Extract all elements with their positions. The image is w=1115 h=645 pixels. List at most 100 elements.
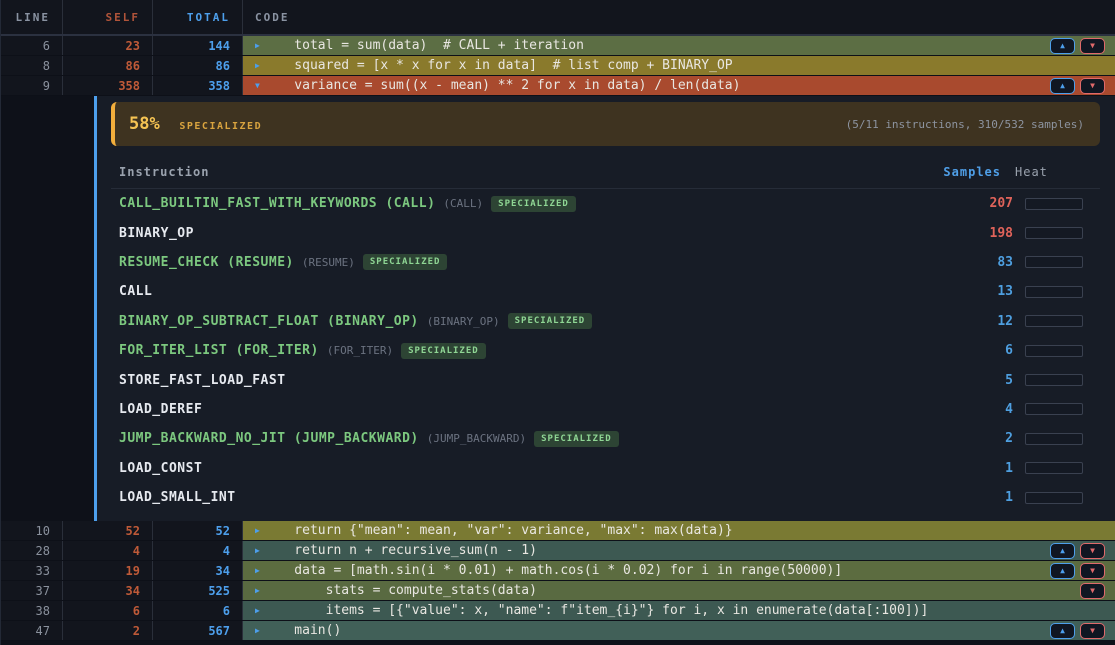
instruction-row: LOAD_CONST 1 xyxy=(111,454,1100,483)
header-line: LINE xyxy=(1,0,63,34)
expand-toggle-icon[interactable]: ▶ xyxy=(255,561,260,580)
source-code: squared = [x * x for x in data] # list c… xyxy=(243,58,733,73)
code-cell[interactable]: ▶ items = [{"value": x, "name": f"item_{… xyxy=(243,601,1115,620)
heat-bar xyxy=(1025,433,1083,445)
code-cell[interactable]: ▼ variance = sum((x - mean) ** 2 for x i… xyxy=(243,76,1115,95)
move-up-button[interactable]: ▲ xyxy=(1050,563,1075,579)
total-samples: 34 xyxy=(153,561,243,580)
heat-bar xyxy=(1025,492,1083,504)
move-down-button[interactable]: ▼ xyxy=(1080,563,1105,579)
move-down-button[interactable]: ▼ xyxy=(1080,543,1105,559)
code-row-line-38[interactable]: 38 6 6 ▶ items = [{"value": x, "name": f… xyxy=(1,601,1115,621)
column-heat: Heat xyxy=(1013,165,1100,179)
move-up-button[interactable]: ▲ xyxy=(1050,543,1075,559)
total-samples: 4 xyxy=(153,541,243,560)
source-code: stats = compute_stats(data) xyxy=(243,583,537,598)
instruction-row: LOAD_SMALL_INT 1 xyxy=(111,483,1100,512)
specialized-badge: SPECIALIZED xyxy=(534,431,619,447)
header-code: CODE xyxy=(243,0,1115,34)
line-number: 6 xyxy=(1,36,63,55)
code-row-line-47[interactable]: 47 2 567 ▶ main() ▲ ▼ xyxy=(1,621,1115,641)
source-code: variance = sum((x - mean) ** 2 for x in … xyxy=(243,78,740,93)
total-samples: 52 xyxy=(153,521,243,540)
self-samples: 2 xyxy=(63,621,153,640)
code-cell[interactable]: ▶ total = sum(data) # CALL + iteration ▲… xyxy=(243,36,1115,55)
collapse-toggle-icon[interactable]: ▼ xyxy=(255,76,260,95)
specialized-badge: SPECIALIZED xyxy=(363,254,448,270)
line-number: 38 xyxy=(1,601,63,620)
specialized-percent: 58% xyxy=(129,114,160,134)
column-instruction: Instruction xyxy=(111,165,931,179)
heat-bar xyxy=(1025,403,1083,415)
sample-count: 6 xyxy=(943,343,1013,358)
code-row-line-33[interactable]: 33 19 34 ▶ data = [math.sin(i * 0.01) + … xyxy=(1,561,1115,581)
code-row-line-28[interactable]: 28 4 4 ▶ return n + recursive_sum(n - 1)… xyxy=(1,541,1115,561)
sample-count: 83 xyxy=(943,255,1013,270)
expand-toggle-icon[interactable]: ▶ xyxy=(255,36,260,55)
expand-toggle-icon[interactable]: ▶ xyxy=(255,601,260,620)
line-number: 33 xyxy=(1,561,63,580)
instruction-row: RESUME_CHECK (RESUME) (RESUME) SPECIALIZ… xyxy=(111,248,1100,277)
instruction-base: (JUMP_BACKWARD) xyxy=(427,432,526,445)
line-number: 37 xyxy=(1,581,63,600)
sample-count: 198 xyxy=(943,226,1013,241)
source-code: total = sum(data) # CALL + iteration xyxy=(243,38,584,53)
code-row-line-9[interactable]: 9 358 358 ▼ variance = sum((x - mean) **… xyxy=(1,76,1115,96)
expand-toggle-icon[interactable]: ▶ xyxy=(255,521,260,540)
expand-toggle-icon[interactable]: ▶ xyxy=(255,56,260,75)
self-samples: 4 xyxy=(63,541,153,560)
move-down-button[interactable]: ▼ xyxy=(1080,78,1105,94)
instruction-row: LOAD_DEREF 4 xyxy=(111,395,1100,424)
total-samples: 525 xyxy=(153,581,243,600)
instruction-row: CALL 13 xyxy=(111,277,1100,306)
total-samples: 144 xyxy=(153,36,243,55)
column-samples: Samples xyxy=(931,165,1001,179)
self-samples: 23 xyxy=(63,36,153,55)
code-row-line-37[interactable]: 37 34 525 ▶ stats = compute_stats(data) … xyxy=(1,581,1115,601)
line-number: 9 xyxy=(1,76,63,95)
instruction-row: BINARY_OP 198 xyxy=(111,218,1100,247)
source-code: return {"mean": mean, "var": variance, "… xyxy=(243,523,733,538)
expand-toggle-icon[interactable]: ▶ xyxy=(255,621,260,640)
code-cell[interactable]: ▶ return {"mean": mean, "var": variance,… xyxy=(243,521,1115,540)
expand-toggle-icon[interactable]: ▶ xyxy=(255,541,260,560)
total-samples: 567 xyxy=(153,621,243,640)
move-down-button[interactable]: ▼ xyxy=(1080,38,1105,54)
heat-bar xyxy=(1025,256,1083,268)
instruction-name: LOAD_DEREF xyxy=(119,402,202,417)
header-total: TOTAL xyxy=(153,0,243,34)
instruction-row: CALL_BUILTIN_FAST_WITH_KEYWORDS (CALL) (… xyxy=(111,189,1100,218)
instruction-base: (FOR_ITER) xyxy=(327,344,393,357)
instruction-name: LOAD_CONST xyxy=(119,461,202,476)
source-code: items = [{"value": x, "name": f"item_{i}… xyxy=(243,603,928,618)
code-row-line-10[interactable]: 10 52 52 ▶ return {"mean": mean, "var": … xyxy=(1,521,1115,541)
instruction-name: CALL xyxy=(119,284,152,299)
code-cell[interactable]: ▶ data = [math.sin(i * 0.01) + math.cos(… xyxy=(243,561,1115,580)
specialization-panel: 58% SPECIALIZED (5/11 instructions, 310/… xyxy=(1,96,1115,521)
instruction-base: (CALL) xyxy=(443,197,483,210)
code-cell[interactable]: ▶ stats = compute_stats(data) ▼ xyxy=(243,581,1115,600)
expand-toggle-icon[interactable]: ▶ xyxy=(255,581,260,600)
code-cell[interactable]: ▶ return n + recursive_sum(n - 1) ▲ ▼ xyxy=(243,541,1115,560)
specialized-badge: SPECIALIZED xyxy=(401,343,486,359)
move-up-button[interactable]: ▲ xyxy=(1050,78,1075,94)
code-cell[interactable]: ▶ squared = [x * x for x in data] # list… xyxy=(243,56,1115,75)
move-down-button[interactable]: ▼ xyxy=(1080,583,1105,599)
sample-count: 5 xyxy=(943,373,1013,388)
instruction-name: STORE_FAST_LOAD_FAST xyxy=(119,373,286,388)
header-self: SELF xyxy=(63,0,153,34)
move-up-button[interactable]: ▲ xyxy=(1050,623,1075,639)
heat-bar xyxy=(1025,462,1083,474)
code-row-line-6[interactable]: 6 23 144 ▶ total = sum(data) # CALL + it… xyxy=(1,36,1115,56)
move-up-button[interactable]: ▲ xyxy=(1050,38,1075,54)
instruction-name: FOR_ITER_LIST (FOR_ITER) xyxy=(119,343,319,358)
instruction-row: JUMP_BACKWARD_NO_JIT (JUMP_BACKWARD) (JU… xyxy=(111,424,1100,453)
line-number: 8 xyxy=(1,56,63,75)
code-row-line-8[interactable]: 8 86 86 ▶ squared = [x * x for x in data… xyxy=(1,56,1115,76)
move-down-button[interactable]: ▼ xyxy=(1080,623,1105,639)
sample-count: 13 xyxy=(943,284,1013,299)
heat-bar xyxy=(1025,345,1083,357)
total-samples: 358 xyxy=(153,76,243,95)
code-cell[interactable]: ▶ main() ▲ ▼ xyxy=(243,621,1115,640)
instruction-row: STORE_FAST_LOAD_FAST 5 xyxy=(111,365,1100,394)
